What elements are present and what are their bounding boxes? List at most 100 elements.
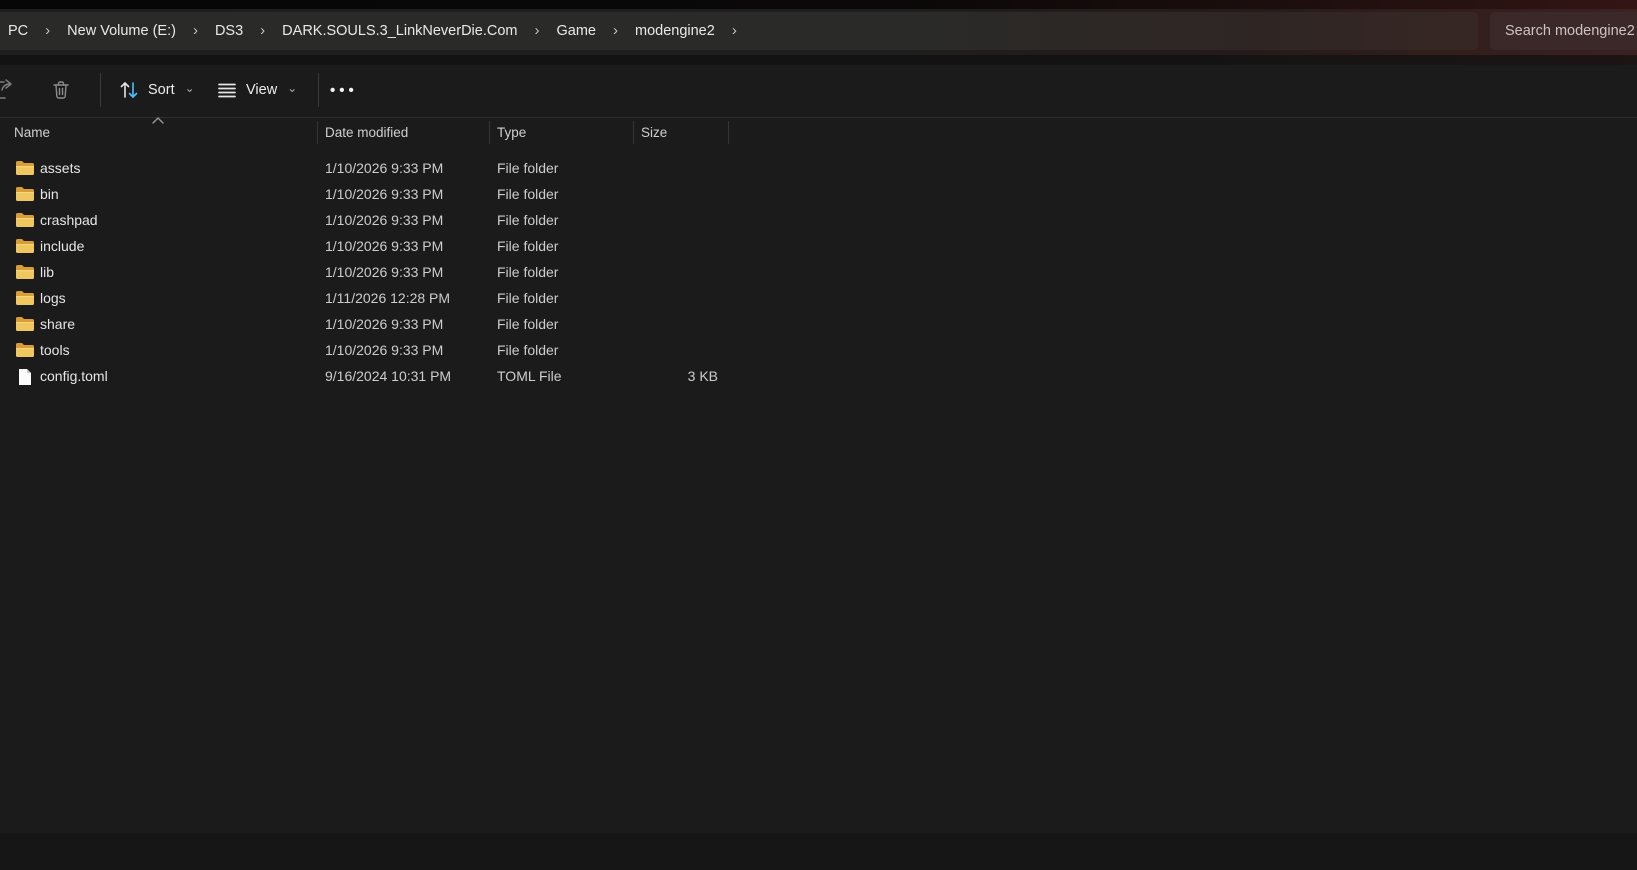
breadcrumb: PC › New Volume (E:) › DS3 › DARK.SOULS.…	[0, 20, 748, 42]
folder-icon	[15, 238, 35, 254]
file-name: assets	[40, 155, 80, 181]
file-date-modified: 1/10/2026 9:33 PM	[325, 259, 443, 285]
toolbar-divider	[318, 73, 319, 107]
file-list: assets 1/10/2026 9:33 PM File folder bin…	[0, 155, 1637, 389]
file-size	[633, 337, 718, 363]
address-bar[interactable]: PC › New Volume (E:) › DS3 › DARK.SOULS.…	[0, 12, 1478, 50]
file-date-modified: 1/10/2026 9:33 PM	[325, 207, 443, 233]
file-name: lib	[40, 259, 54, 285]
folder-icon	[15, 212, 35, 228]
column-header-date-modified[interactable]: Date modified	[325, 118, 408, 147]
column-divider[interactable]	[489, 121, 490, 144]
file-icon	[15, 368, 35, 384]
file-size	[633, 311, 718, 337]
file-size: 3 KB	[633, 363, 718, 389]
column-header-size[interactable]: Size	[641, 118, 667, 147]
file-date-modified: 1/11/2026 12:28 PM	[325, 285, 450, 311]
file-type: File folder	[497, 207, 558, 233]
file-name: crashpad	[40, 207, 98, 233]
folder-icon	[15, 290, 35, 306]
file-size	[633, 259, 718, 285]
column-header-row: Name Date modified Type Size	[0, 117, 1637, 148]
sort-ascending-icon	[151, 112, 165, 130]
file-type: File folder	[497, 311, 558, 337]
sort-icon	[118, 79, 140, 101]
sort-button[interactable]: Sort ⌄	[118, 71, 195, 109]
breadcrumb-item[interactable]: Game	[550, 20, 602, 42]
breadcrumb-item[interactable]: modengine2	[629, 20, 721, 42]
file-name: bin	[40, 181, 59, 207]
folder-icon	[15, 160, 35, 176]
trash-icon	[50, 79, 72, 101]
file-row[interactable]: bin 1/10/2026 9:33 PM File folder	[0, 181, 1637, 207]
share-icon	[0, 77, 16, 103]
chevron-down-icon: ⌄	[185, 81, 195, 95]
breadcrumb-item[interactable]: PC	[2, 20, 34, 42]
search-box[interactable]	[1490, 12, 1637, 50]
file-row[interactable]: share 1/10/2026 9:33 PM File folder	[0, 311, 1637, 337]
file-type: File folder	[497, 337, 558, 363]
delete-button[interactable]	[50, 71, 72, 109]
file-size	[633, 285, 718, 311]
column-divider[interactable]	[728, 121, 729, 144]
file-row[interactable]: tools 1/10/2026 9:33 PM File folder	[0, 337, 1637, 363]
window-top-edge	[0, 0, 1637, 9]
more-options-button[interactable]: •••	[330, 71, 358, 109]
breadcrumb-chevron-icon[interactable]: ›	[613, 23, 618, 38]
breadcrumb-chevron-icon[interactable]: ›	[45, 23, 50, 38]
column-divider[interactable]	[317, 121, 318, 144]
folder-icon	[15, 342, 35, 358]
breadcrumb-item[interactable]: DS3	[209, 20, 249, 42]
file-name: share	[40, 311, 75, 337]
chevron-down-icon: ⌄	[287, 81, 297, 95]
breadcrumb-item[interactable]: New Volume (E:)	[61, 20, 182, 42]
share-button[interactable]	[0, 71, 16, 109]
window-bottom-edge	[0, 833, 1637, 870]
file-size	[633, 181, 718, 207]
breadcrumb-item[interactable]: DARK.SOULS.3_LinkNeverDie.Com	[276, 20, 523, 42]
breadcrumb-chevron-icon[interactable]: ›	[260, 23, 265, 38]
toolbar-divider	[100, 73, 101, 107]
file-row[interactable]: logs 1/11/2026 12:28 PM File folder	[0, 285, 1637, 311]
file-size	[633, 207, 718, 233]
file-type: File folder	[497, 233, 558, 259]
column-header-name[interactable]: Name	[14, 118, 50, 147]
file-date-modified: 1/10/2026 9:33 PM	[325, 155, 443, 181]
file-name: logs	[40, 285, 66, 311]
command-toolbar: Sort ⌄ View ⌄ •••	[0, 65, 1637, 117]
file-row[interactable]: include 1/10/2026 9:33 PM File folder	[0, 233, 1637, 259]
search-input[interactable]	[1490, 23, 1637, 39]
more-options-icon: •••	[330, 82, 358, 99]
view-label: View	[246, 82, 277, 98]
breadcrumb-chevron-icon[interactable]: ›	[193, 23, 198, 38]
column-divider[interactable]	[633, 121, 634, 144]
file-date-modified: 1/10/2026 9:33 PM	[325, 181, 443, 207]
folder-icon	[15, 316, 35, 332]
address-row-shadow	[0, 55, 1637, 65]
file-type: TOML File	[497, 363, 562, 389]
view-icon	[216, 79, 238, 101]
file-type: File folder	[497, 285, 558, 311]
file-size	[633, 155, 718, 181]
column-header-type[interactable]: Type	[497, 118, 526, 147]
file-date-modified: 1/10/2026 9:33 PM	[325, 233, 443, 259]
file-row[interactable]: assets 1/10/2026 9:33 PM File folder	[0, 155, 1637, 181]
file-date-modified: 1/10/2026 9:33 PM	[325, 311, 443, 337]
file-date-modified: 9/16/2024 10:31 PM	[325, 363, 451, 389]
file-name: tools	[40, 337, 70, 363]
folder-icon	[15, 186, 35, 202]
file-type: File folder	[497, 259, 558, 285]
file-name: config.toml	[40, 363, 108, 389]
breadcrumb-chevron-icon[interactable]: ›	[732, 23, 737, 38]
folder-icon	[15, 264, 35, 280]
sort-label: Sort	[148, 82, 175, 98]
view-button[interactable]: View ⌄	[216, 71, 297, 109]
file-date-modified: 1/10/2026 9:33 PM	[325, 337, 443, 363]
file-row[interactable]: config.toml 9/16/2024 10:31 PM TOML File…	[0, 363, 1637, 389]
breadcrumb-chevron-icon[interactable]: ›	[534, 23, 539, 38]
file-name: include	[40, 233, 84, 259]
file-type: File folder	[497, 155, 558, 181]
file-explorer-window: { "breadcrumb": { "items": ["PC", "New V…	[0, 0, 1637, 870]
file-row[interactable]: lib 1/10/2026 9:33 PM File folder	[0, 259, 1637, 285]
file-row[interactable]: crashpad 1/10/2026 9:33 PM File folder	[0, 207, 1637, 233]
